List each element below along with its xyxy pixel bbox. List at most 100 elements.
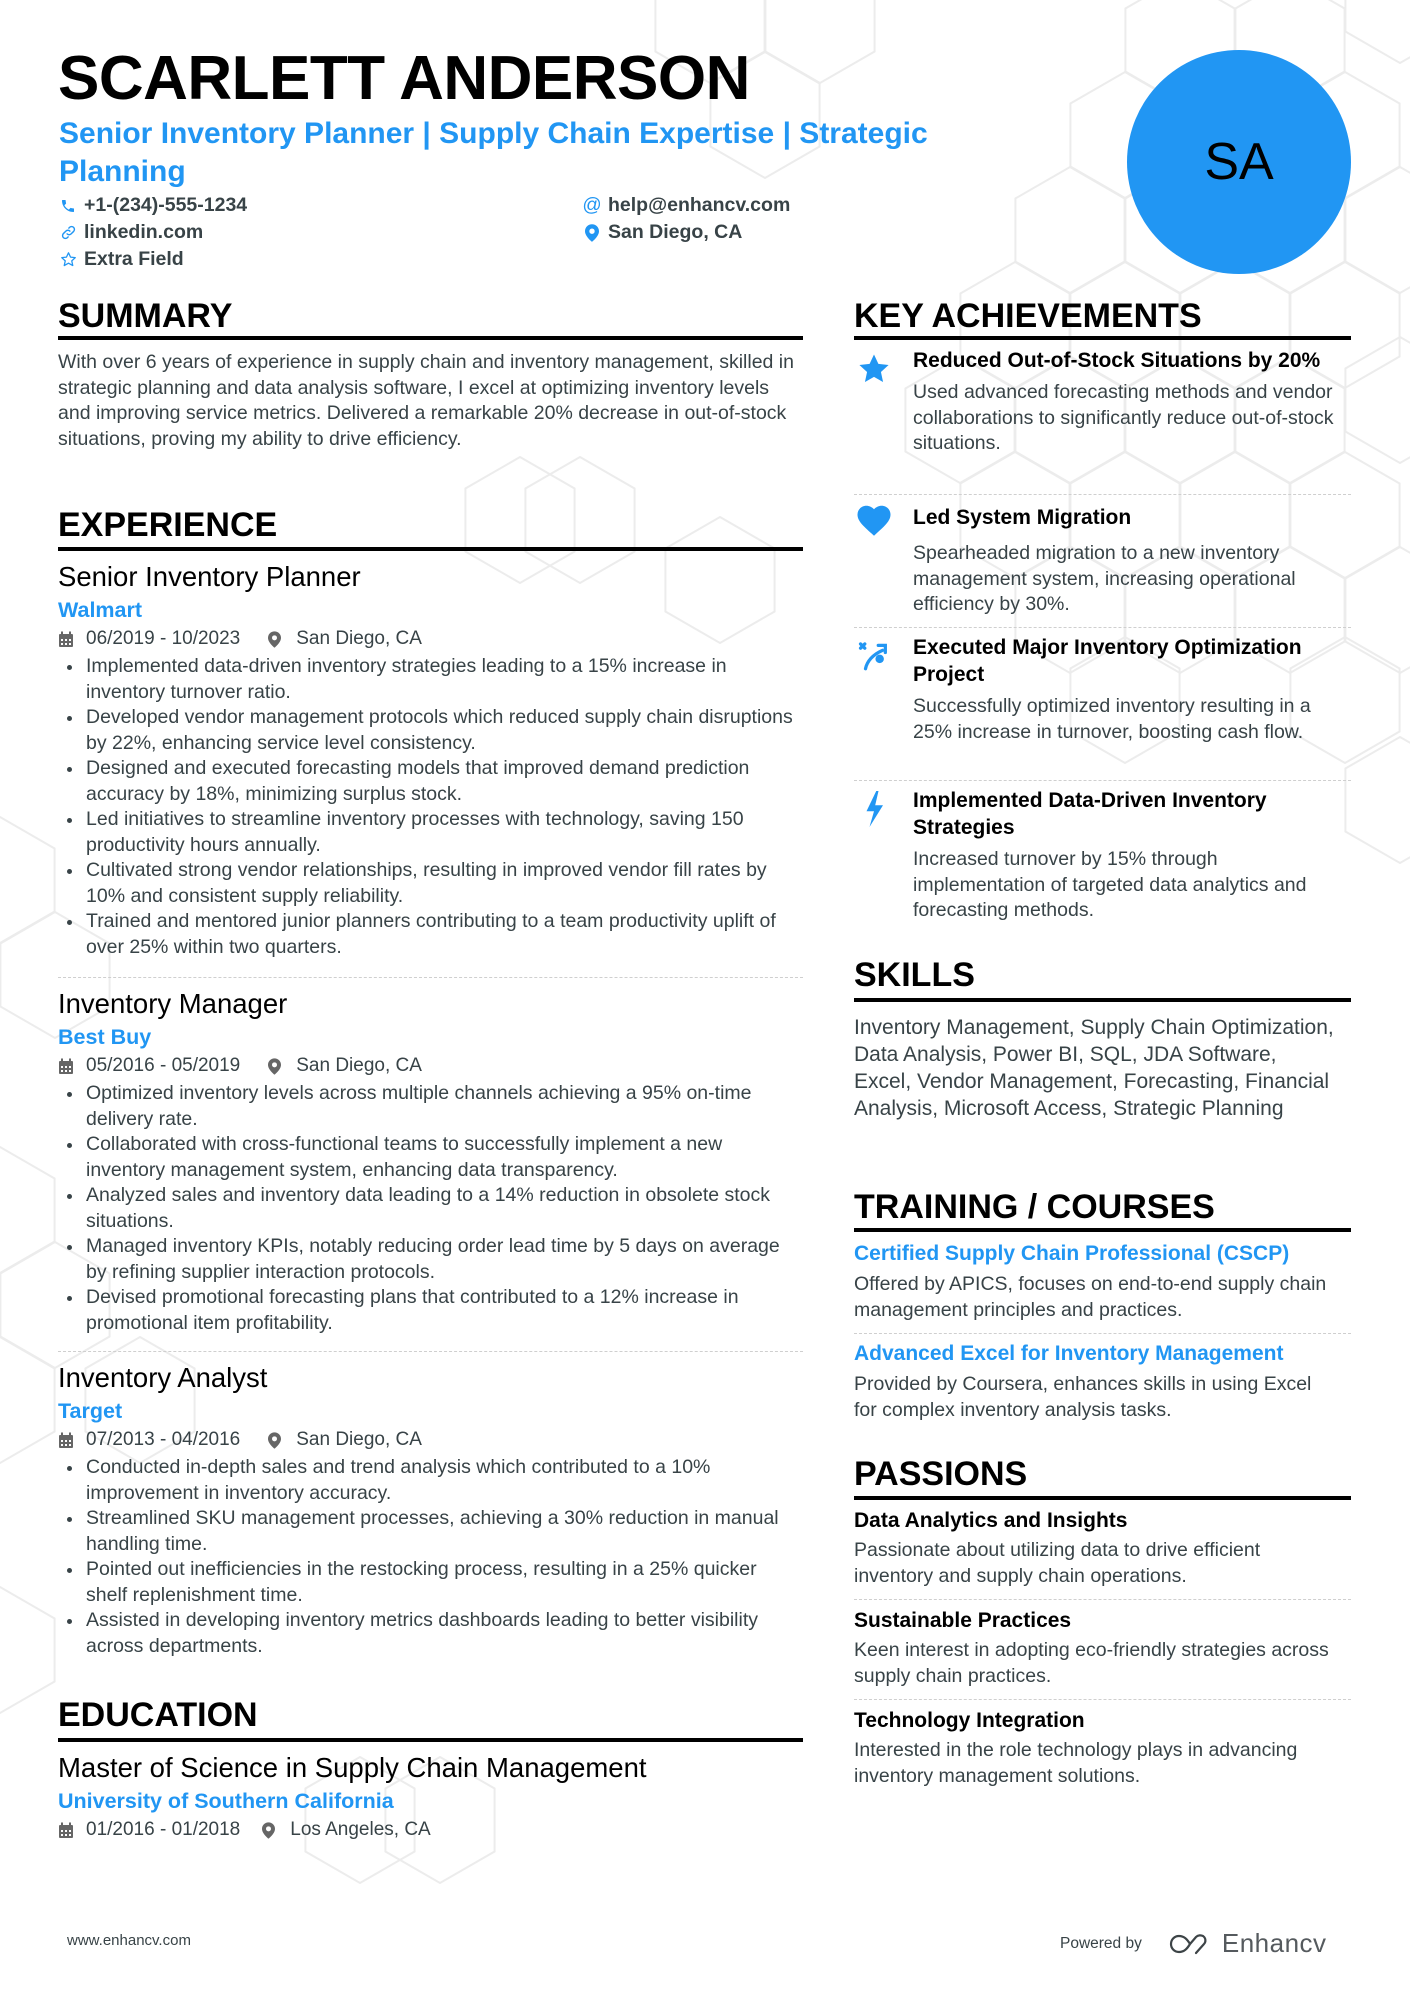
email-text: help@enhancv.com	[608, 194, 791, 216]
bullet-item: Collaborated with cross-functional teams…	[58, 1132, 803, 1183]
achievement-item: Led System Migration Spearheaded migrati…	[854, 504, 1351, 618]
course-desc: Provided by Coursera, enhances skills in…	[854, 1373, 1312, 1421]
achievement-title: Executed Major Inventory Optimization Pr…	[913, 636, 1302, 686]
avatar-initials: SA	[1204, 133, 1274, 191]
heart-icon	[856, 502, 892, 538]
hexagon-shape	[0, 1145, 56, 1275]
degree-title: Master of Science in Supply Chain Manage…	[58, 1752, 647, 1783]
achievement-item: Implemented Data-Driven Inventory Strate…	[854, 787, 1351, 924]
hexagon-shape	[1014, 165, 1126, 295]
phone-icon	[59, 196, 77, 216]
job-dates: 05/2016 - 05/2019	[86, 1055, 241, 1076]
bullet-item: Streamlined SKU management processes, ac…	[58, 1506, 803, 1557]
job-divider	[58, 977, 803, 978]
job-title: Senior Inventory Planner	[58, 561, 361, 592]
job-divider	[58, 1351, 803, 1352]
bullet-item: Developed vendor management protocols wh…	[58, 705, 803, 756]
training-heading: TRAINING / COURSES	[854, 1188, 1215, 1226]
hexagon-shape	[1344, 0, 1410, 65]
skills-heading: SKILLS	[854, 956, 975, 994]
passion-desc: Keen interest in adopting eco-friendly s…	[854, 1639, 1329, 1687]
school-name[interactable]: University of Southern California	[58, 1787, 803, 1815]
job-location: San Diego, CA	[296, 1055, 422, 1076]
achievement-title: Led System Migration	[913, 506, 1132, 529]
passion-desc: Interested in the role technology plays …	[854, 1739, 1298, 1787]
location-pin-icon	[268, 1431, 286, 1449]
extra-field-text: Extra Field	[84, 248, 184, 270]
passion-desc: Passionate about utilizing data to drive…	[854, 1539, 1261, 1587]
at-icon: @	[582, 194, 602, 216]
hexagon-shape	[1344, 735, 1410, 865]
footer-website[interactable]: www.enhancv.com	[67, 1932, 191, 1949]
job-entry: Inventory Manager Best Buy 05/2016 - 05/…	[58, 987, 803, 1336]
bullet-item: Cultivated strong vendor relationships, …	[58, 858, 803, 909]
location-text: San Diego, CA	[608, 221, 743, 243]
bullet-item: Designed and executed forecasting models…	[58, 756, 803, 807]
achievement-title: Reduced Out-of-Stock Situations by 20%	[913, 349, 1321, 372]
achievements-heading: KEY ACHIEVEMENTS	[854, 297, 1202, 335]
course-item: Certified Supply Chain Professional (CSC…	[854, 1240, 1351, 1323]
link-icon	[59, 223, 77, 243]
skills-divider	[854, 998, 1351, 1002]
course-title[interactable]: Advanced Excel for Inventory Management	[854, 1340, 1351, 1368]
job-dates: 06/2019 - 10/2023	[86, 628, 241, 649]
job-dates: 07/2013 - 04/2016	[86, 1429, 241, 1450]
hexagon-shape	[1344, 165, 1410, 295]
contact-phone[interactable]: +1-(234)-555-1234	[59, 192, 247, 219]
company-name[interactable]: Best Buy	[58, 1023, 803, 1051]
job-meta: 07/2013 - 04/2016 San Diego, CA	[58, 1427, 803, 1453]
powered-by-text: Powered by	[1060, 1934, 1142, 1952]
contact-extra: Extra Field	[59, 246, 184, 273]
course-divider	[854, 1333, 1351, 1334]
summary-divider	[58, 336, 803, 340]
education-entry: Master of Science in Supply Chain Manage…	[58, 1751, 803, 1843]
passion-title: Data Analytics and Insights	[854, 1509, 1128, 1532]
education-divider	[58, 1738, 803, 1742]
achievement-divider	[854, 494, 1351, 495]
hexagon-shape	[1344, 545, 1410, 675]
hexagon-shape	[0, 1335, 56, 1465]
job-bullets: Optimized inventory levels across multip…	[58, 1081, 803, 1336]
training-divider	[854, 1228, 1351, 1232]
job-location: San Diego, CA	[296, 1429, 422, 1450]
enhancv-logo-icon	[1168, 1931, 1214, 1957]
achievements-list: Reduced Out-of-Stock Situations by 20% U…	[854, 347, 1351, 947]
achievements-divider	[854, 336, 1351, 340]
education-meta: 01/2016 - 01/2018 Los Angeles, CA	[58, 1817, 803, 1843]
bullet-item: Trained and mentored junior planners con…	[58, 909, 803, 960]
passion-divider	[854, 1599, 1351, 1600]
star-outline-icon	[59, 250, 77, 270]
passion-item: Data Analytics and Insights Passionate a…	[854, 1507, 1351, 1589]
company-name[interactable]: Target	[58, 1397, 803, 1425]
bullet-item: Optimized inventory levels across multip…	[58, 1081, 803, 1132]
calendar-icon	[58, 1058, 76, 1075]
hexagon-shape	[0, 1585, 56, 1715]
company-name[interactable]: Walmart	[58, 596, 803, 624]
bullet-item: Led initiatives to streamline inventory …	[58, 807, 803, 858]
achievement-divider	[854, 780, 1351, 781]
passion-item: Sustainable Practices Keen interest in a…	[854, 1607, 1351, 1689]
job-entry: Inventory Analyst Target 07/2013 - 04/20…	[58, 1361, 803, 1659]
contact-email[interactable]: @ help@enhancv.com	[582, 192, 791, 219]
footer-branding[interactable]: Powered by Enhancv	[1060, 1928, 1327, 1959]
bullet-item: Assisted in developing inventory metrics…	[58, 1608, 803, 1659]
location-pin-icon	[262, 1821, 280, 1839]
course-desc: Offered by APICS, focuses on end-to-end …	[854, 1273, 1327, 1321]
bullet-item: Analyzed sales and inventory data leadin…	[58, 1183, 803, 1234]
contact-linkedin[interactable]: linkedin.com	[59, 219, 203, 246]
job-meta: 05/2016 - 05/2019 San Diego, CA	[58, 1053, 803, 1079]
bullet-item: Managed inventory KPIs, notably reducing…	[58, 1234, 803, 1285]
bullet-item: Implemented data-driven inventory strate…	[58, 654, 803, 705]
phone-text: +1-(234)-555-1234	[84, 194, 248, 216]
achievement-desc: Successfully optimized inventory resulti…	[913, 695, 1311, 743]
course-item: Advanced Excel for Inventory Management …	[854, 1340, 1351, 1423]
passion-divider	[854, 1699, 1351, 1700]
course-title[interactable]: Certified Supply Chain Professional (CSC…	[854, 1240, 1351, 1268]
job-bullets: Implemented data-driven inventory strate…	[58, 654, 803, 960]
passions-heading: PASSIONS	[854, 1455, 1028, 1493]
experience-heading: EXPERIENCE	[58, 506, 278, 544]
bullet-item: Conducted in-depth sales and trend analy…	[58, 1455, 803, 1506]
bolt-icon	[856, 791, 892, 827]
education-heading: EDUCATION	[58, 1696, 258, 1734]
achievement-item: Executed Major Inventory Optimization Pr…	[854, 634, 1351, 745]
